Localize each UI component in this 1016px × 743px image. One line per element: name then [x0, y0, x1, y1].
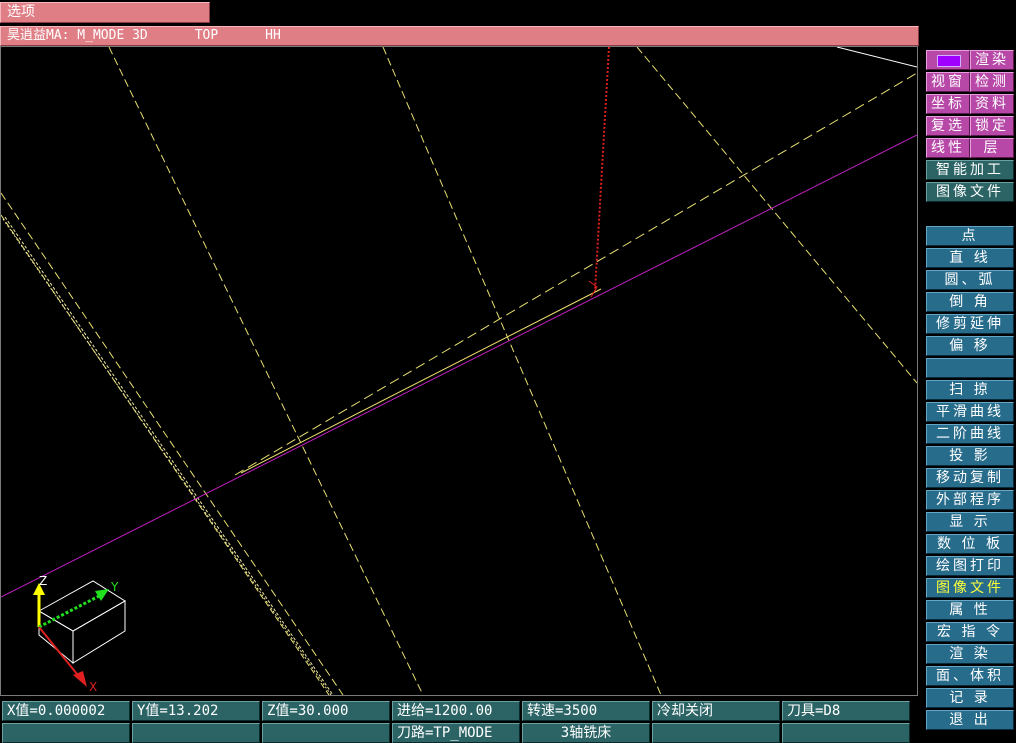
cad-viewport[interactable]: Z Y X [0, 46, 918, 696]
feed-rate-field: 进给=1200.00 [392, 701, 520, 721]
menu-item-label: 面、体积 [936, 668, 1004, 684]
menu-item-label: 平滑曲线 [936, 404, 1004, 420]
menu-item-平滑曲线[interactable]: 平滑曲线 [926, 402, 1014, 422]
render-button[interactable]: 渲染 [970, 50, 1014, 70]
viewport-title-bar: 昊逍益MA: M_MODE 3D TOP HH [0, 26, 919, 46]
menu-item-图像文件[interactable]: 图像文件 [926, 578, 1014, 598]
menu-item-label: 绘图打印 [936, 558, 1004, 574]
red-dotted-axis [594, 47, 610, 292]
menu-item-label: 圆、弧 [944, 272, 996, 288]
menu-item-label: 宏 指 令 [937, 624, 1003, 640]
button-label: 坐标 [931, 96, 965, 112]
white-corner-line [836, 47, 917, 68]
status-empty-field [262, 723, 390, 743]
menu-item-面、体积[interactable]: 面、体积 [926, 666, 1014, 686]
menu-item-圆、弧[interactable]: 圆、弧 [926, 270, 1014, 290]
menu-item-label: 图像文件 [936, 580, 1004, 596]
menu-item-label: 扫 掠 [949, 382, 991, 398]
solid-yellow-line [240, 288, 602, 474]
smart-machining-button[interactable]: 智能加工 [926, 160, 1014, 180]
button-label: 智能加工 [936, 162, 1004, 178]
menu-item-二阶曲线[interactable]: 二阶曲线 [926, 424, 1014, 444]
menu-item-点[interactable]: 点 [926, 226, 1014, 246]
coordinate-button[interactable]: 坐标 [926, 94, 970, 114]
linear-button[interactable]: 线性 [926, 138, 970, 158]
menu-item-数位板[interactable]: 数 位 板 [926, 534, 1014, 554]
menu-item-label: 退 出 [949, 712, 991, 728]
multi-select-button[interactable]: 复选 [926, 116, 970, 136]
status-empty-field [132, 723, 260, 743]
menu-item-label: 点 [961, 228, 979, 244]
y-axis-label: Y [110, 580, 119, 594]
y-value-field: Y值=13.202 [132, 701, 260, 721]
spindle-speed-field: 转速=3500 [522, 701, 650, 721]
menu-item-label: 属 性 [949, 602, 991, 618]
menu-item-label: 移动复制 [936, 470, 1004, 486]
menu-item-移动复制[interactable]: 移动复制 [926, 468, 1014, 488]
menu-item-记录[interactable]: 记 录 [926, 688, 1014, 708]
layer-button[interactable]: 层 [970, 138, 1014, 158]
z-value-field: Z值=30.000 [262, 701, 390, 721]
view-window-button[interactable]: 视窗 [926, 72, 970, 92]
menu-item-blank[interactable] [926, 358, 1014, 378]
axis-indicator: Z Y X [33, 574, 126, 694]
menu-item-label: 显 示 [949, 514, 991, 530]
check-button[interactable]: 检测 [970, 72, 1014, 92]
button-label: 渲染 [975, 52, 1009, 68]
data-button[interactable]: 资料 [970, 94, 1014, 114]
menu-item-label: 偏 移 [949, 338, 991, 354]
menu-item-显示[interactable]: 显 示 [926, 512, 1014, 532]
menu-item-label: 记 录 [949, 690, 991, 706]
menu-item-label: 渲 染 [949, 646, 991, 662]
menu-item-偏移[interactable]: 偏 移 [926, 336, 1014, 356]
menu-item-label: 二阶曲线 [936, 426, 1004, 442]
menu-item-绘图打印[interactable]: 绘图打印 [926, 556, 1014, 576]
menu-item-属性[interactable]: 属 性 [926, 600, 1014, 620]
button-label: 线性 [931, 140, 965, 156]
button-label: 图像文件 [936, 184, 1004, 200]
options-menu-tab[interactable]: 选项 [0, 2, 210, 23]
menu-item-宏指令[interactable]: 宏 指 令 [926, 622, 1014, 642]
status-empty-field [652, 723, 780, 743]
menu-item-倒角[interactable]: 倒 角 [926, 292, 1014, 312]
button-label: 复选 [931, 118, 965, 134]
menu-item-label: 直 线 [949, 250, 991, 266]
dashed-line-8 [234, 72, 917, 476]
button-label: 资料 [975, 96, 1009, 112]
color-swatch-icon [937, 55, 961, 67]
button-label: 视窗 [931, 74, 965, 90]
status-empty-field [782, 723, 910, 743]
x-value-field: X值=0.000002 [2, 701, 130, 721]
menu-item-扫掠[interactable]: 扫 掠 [926, 380, 1014, 400]
menu-item-直线[interactable]: 直 线 [926, 248, 1014, 268]
menu-item-退出[interactable]: 退 出 [926, 710, 1014, 730]
lock-button[interactable]: 锁定 [970, 116, 1014, 136]
dashed-line-2 [382, 47, 662, 695]
menu-item-label: 投 影 [949, 448, 991, 464]
menu-item-外部程序[interactable]: 外部程序 [926, 490, 1014, 510]
magenta-line [1, 134, 917, 598]
button-label: 锁定 [975, 118, 1009, 134]
menu-item-label: 修剪延伸 [936, 316, 1004, 332]
dashed-line-7 [4, 216, 334, 695]
toolpath-mode-field: 刀路=TP_MODE [392, 723, 520, 743]
button-label: 检测 [975, 74, 1009, 90]
drawing-canvas[interactable]: Z Y X [1, 47, 917, 695]
machine-type-field: 3轴铣床 [522, 723, 650, 743]
menu-item-渲染[interactable]: 渲 染 [926, 644, 1014, 664]
tool-field: 刀具=D8 [782, 701, 910, 721]
menu-item-投影[interactable]: 投 影 [926, 446, 1014, 466]
menu-item-修剪延伸[interactable]: 修剪延伸 [926, 314, 1014, 334]
status-empty-field [2, 723, 130, 743]
dashed-line-5 [1, 214, 330, 695]
image-file-top-button[interactable]: 图像文件 [926, 182, 1014, 202]
z-axis-label: Z [39, 574, 47, 588]
button-label: 层 [983, 140, 1001, 156]
coolant-field: 冷却关闭 [652, 701, 780, 721]
menu-item-label: 外部程序 [936, 492, 1004, 508]
color-swatch-button[interactable] [926, 50, 970, 70]
menu-item-label: 数 位 板 [937, 536, 1003, 552]
menu-item-label: 倒 角 [949, 294, 991, 310]
x-axis-label: X [89, 680, 97, 694]
